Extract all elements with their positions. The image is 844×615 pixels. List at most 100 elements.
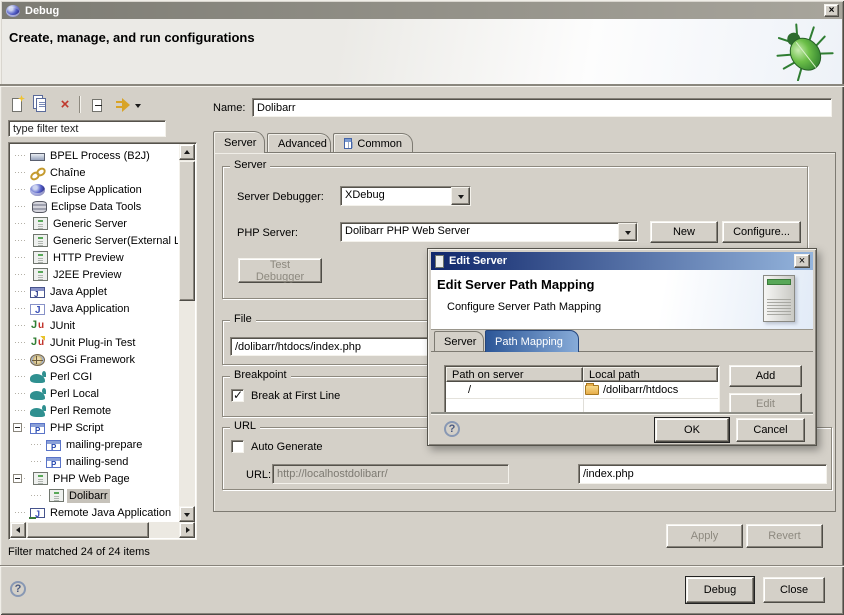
name-input[interactable] [252, 98, 832, 117]
chevron-down-icon[interactable] [618, 223, 637, 241]
tree-item-http-preview[interactable]: HTTP Preview [10, 249, 178, 266]
window-titlebar[interactable]: Debug [2, 2, 842, 19]
footer-separator [0, 565, 844, 567]
config-tree-panel: BPEL Process (B2J) Chaîne Eclipse Applic… [8, 142, 197, 540]
tree-item-cha-ne[interactable]: Chaîne [10, 164, 178, 181]
path-mapping-table[interactable]: Path on server Local path / /dolibarr/ht… [444, 365, 720, 412]
server-group-legend: Server [230, 159, 270, 171]
tree-scroll-down-button[interactable] [179, 506, 195, 522]
toolbar-menu-button[interactable] [132, 95, 144, 115]
filter-configs-button[interactable] [110, 95, 132, 115]
ok-button[interactable]: OK [655, 418, 729, 442]
tree-item-dolibarr[interactable]: Dolibarr [10, 487, 178, 504]
banner-heading: Create, manage, and run configurations [9, 30, 255, 45]
tree-item-osgi-framework[interactable]: OSGi Framework [10, 351, 178, 368]
tree-scroll-up-button[interactable] [179, 144, 195, 160]
osgi-icon [30, 354, 45, 366]
php-server-select[interactable]: Dolibarr PHP Web Server [340, 222, 638, 242]
tree-item-generic-server-external-la[interactable]: Generic Server(External La [10, 232, 178, 249]
tree-scroll-left-button[interactable] [10, 522, 26, 538]
tree-item-mailing-send[interactable]: mailing-send [10, 453, 178, 470]
php-server-label: PHP Server: [237, 227, 298, 239]
tree-item-mailing-prepare[interactable]: mailing-prepare [10, 436, 178, 453]
php-script-icon [46, 440, 61, 451]
server-debugger-label: Server Debugger: [237, 191, 324, 203]
server-tower-graphic [763, 275, 795, 322]
break-at-first-line-checkbox[interactable] [231, 389, 244, 402]
tree-item-bpel-process-b2j[interactable]: BPEL Process (B2J) [10, 147, 178, 164]
help-button[interactable]: ? [10, 581, 26, 597]
debug-button[interactable]: Debug [686, 577, 754, 603]
tree-hscroll-thumb[interactable] [27, 522, 149, 538]
tree-vscroll-thumb[interactable] [179, 161, 195, 301]
tree-item-java-application[interactable]: Java Application [10, 300, 178, 317]
collapse-expander-icon[interactable] [13, 474, 22, 483]
path-mapping-row[interactable]: / /dolibarr/htdocs [446, 382, 718, 399]
tree-item-php-web-page[interactable]: PHP Web Page [10, 470, 178, 487]
edit-mapping-button[interactable]: Edit [729, 393, 802, 412]
delete-icon: × [61, 98, 70, 112]
tree-scroll-right-button[interactable] [179, 522, 195, 538]
auto-generate-checkbox[interactable] [231, 440, 244, 453]
cancel-button[interactable]: Cancel [736, 418, 805, 442]
php-script-icon [30, 423, 45, 434]
add-mapping-button[interactable]: Add [729, 365, 802, 387]
new-server-button[interactable]: New [650, 221, 718, 243]
tab-advanced[interactable]: Advanced [267, 133, 331, 153]
remote-java-icon [30, 508, 45, 518]
edit-server-header: Edit Server Path Mapping Configure Serve… [431, 270, 813, 330]
junit-plugin-icon [30, 336, 45, 350]
tree-item-junit[interactable]: JUnit [10, 317, 178, 334]
perl-icon [30, 408, 45, 417]
column-path-on-server[interactable]: Path on server [446, 367, 583, 382]
url-group-legend: URL [230, 420, 260, 432]
delete-config-button[interactable]: × [54, 95, 76, 115]
tree-item-eclipse-application[interactable]: Eclipse Application [10, 181, 178, 198]
url-label: URL: [246, 469, 271, 481]
edit-server-tab-path-mapping[interactable]: Path Mapping [485, 330, 579, 352]
tree-item-generic-server[interactable]: Generic Server [10, 215, 178, 232]
tab-common[interactable]: Common [333, 133, 413, 153]
new-config-button[interactable] [6, 95, 28, 115]
filter-status-text: Filter matched 24 of 24 items [8, 546, 150, 558]
tree-item-eclipse-data-tools[interactable]: Eclipse Data Tools [10, 198, 178, 215]
duplicate-config-icon [36, 98, 46, 112]
tree-item-java-applet[interactable]: Java Applet [10, 283, 178, 300]
revert-button[interactable]: Revert [746, 524, 823, 548]
close-button[interactable]: Close [763, 577, 825, 603]
tree-item-j2ee-preview[interactable]: J2EE Preview [10, 266, 178, 283]
tree-item-perl-cgi[interactable]: Perl CGI [10, 368, 178, 385]
window-title: Debug [25, 5, 59, 17]
column-local-path[interactable]: Local path [583, 367, 718, 382]
base-url-input [272, 464, 509, 484]
filter-input[interactable] [8, 120, 166, 137]
test-debugger-button[interactable]: Test Debugger [238, 258, 322, 283]
edit-server-tab-server[interactable]: Server [434, 331, 484, 352]
auto-generate-label: Auto Generate [251, 441, 323, 453]
collapse-expander-icon[interactable] [13, 423, 22, 432]
tree-item-remote-java-application[interactable]: Remote Java Application [10, 504, 178, 521]
eclipse-logo-icon [6, 5, 20, 17]
edit-server-close-button[interactable]: × [794, 254, 810, 268]
tree-item-perl-remote[interactable]: Perl Remote [10, 402, 178, 419]
tree-item-php-script[interactable]: PHP Script [10, 419, 178, 436]
debug-configurations-window: Debug × Create, manage, and run configur… [0, 0, 844, 615]
edit-server-titlebar[interactable]: Edit Server [431, 252, 813, 270]
eclipse-application-icon [30, 184, 45, 196]
edit-server-help-button[interactable]: ? [444, 421, 460, 437]
duplicate-config-button[interactable] [30, 95, 52, 115]
collapse-all-button[interactable] [86, 95, 108, 115]
tree-item-perl-local[interactable]: Perl Local [10, 385, 178, 402]
configure-server-button[interactable]: Configure... [722, 221, 801, 243]
url-path-input[interactable] [578, 464, 827, 484]
menu-dropdown-icon [135, 104, 141, 111]
server-debugger-select[interactable]: XDebug [340, 186, 471, 206]
arrow-down-icon [184, 513, 190, 520]
help-icon: ? [15, 583, 22, 595]
server-tower-icon [33, 268, 48, 281]
tab-server[interactable]: Server [213, 131, 265, 153]
apply-button[interactable]: Apply [666, 524, 743, 548]
window-close-button[interactable]: × [824, 4, 839, 17]
tree-item-junit-plug-in-test[interactable]: JUnit Plug-in Test [10, 334, 178, 351]
chevron-down-icon[interactable] [451, 187, 470, 205]
